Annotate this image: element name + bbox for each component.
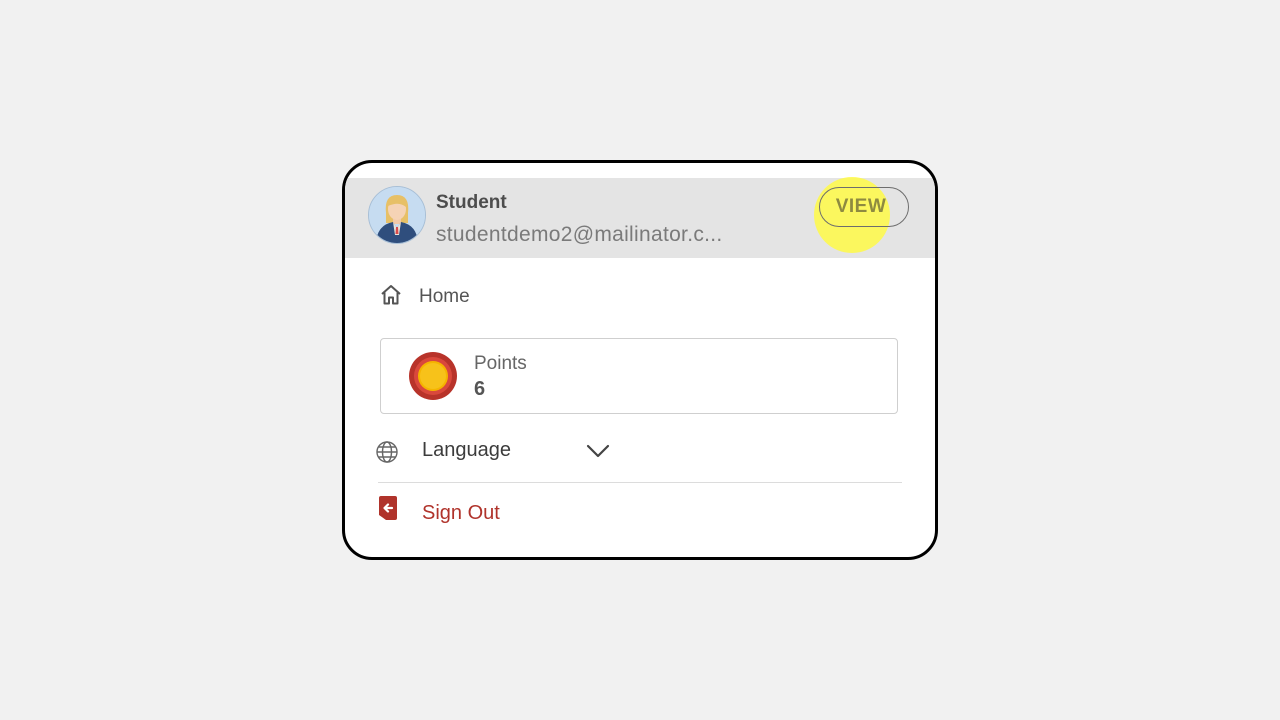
user-avatar-icon [368,186,426,244]
globe-icon [375,440,399,469]
menu-item-sign-out[interactable]: Sign Out [377,495,577,531]
menu-item-language[interactable]: Language [375,435,615,467]
points-value: 6 [474,378,486,400]
points-card: Points 6 [380,338,898,414]
home-icon [379,283,403,312]
profile-menu-card: Student studentdemo2@mailinator.c... VIE… [342,160,938,560]
points-label: Points [474,353,527,374]
chevron-down-icon[interactable] [585,441,611,466]
coin-icon [409,352,457,400]
menu-item-language-label: Language [422,439,511,461]
menu-divider [378,482,902,483]
menu-item-home-label: Home [419,286,470,307]
user-email: studentdemo2@mailinator.c... [436,223,723,246]
view-profile-button[interactable]: VIEW [819,187,909,227]
menu-item-home[interactable]: Home [379,281,470,313]
user-name: Student [436,192,507,213]
menu-item-sign-out-label: Sign Out [422,502,500,524]
profile-header: Student studentdemo2@mailinator.c... VIE… [345,177,935,258]
sign-out-icon [377,495,399,526]
